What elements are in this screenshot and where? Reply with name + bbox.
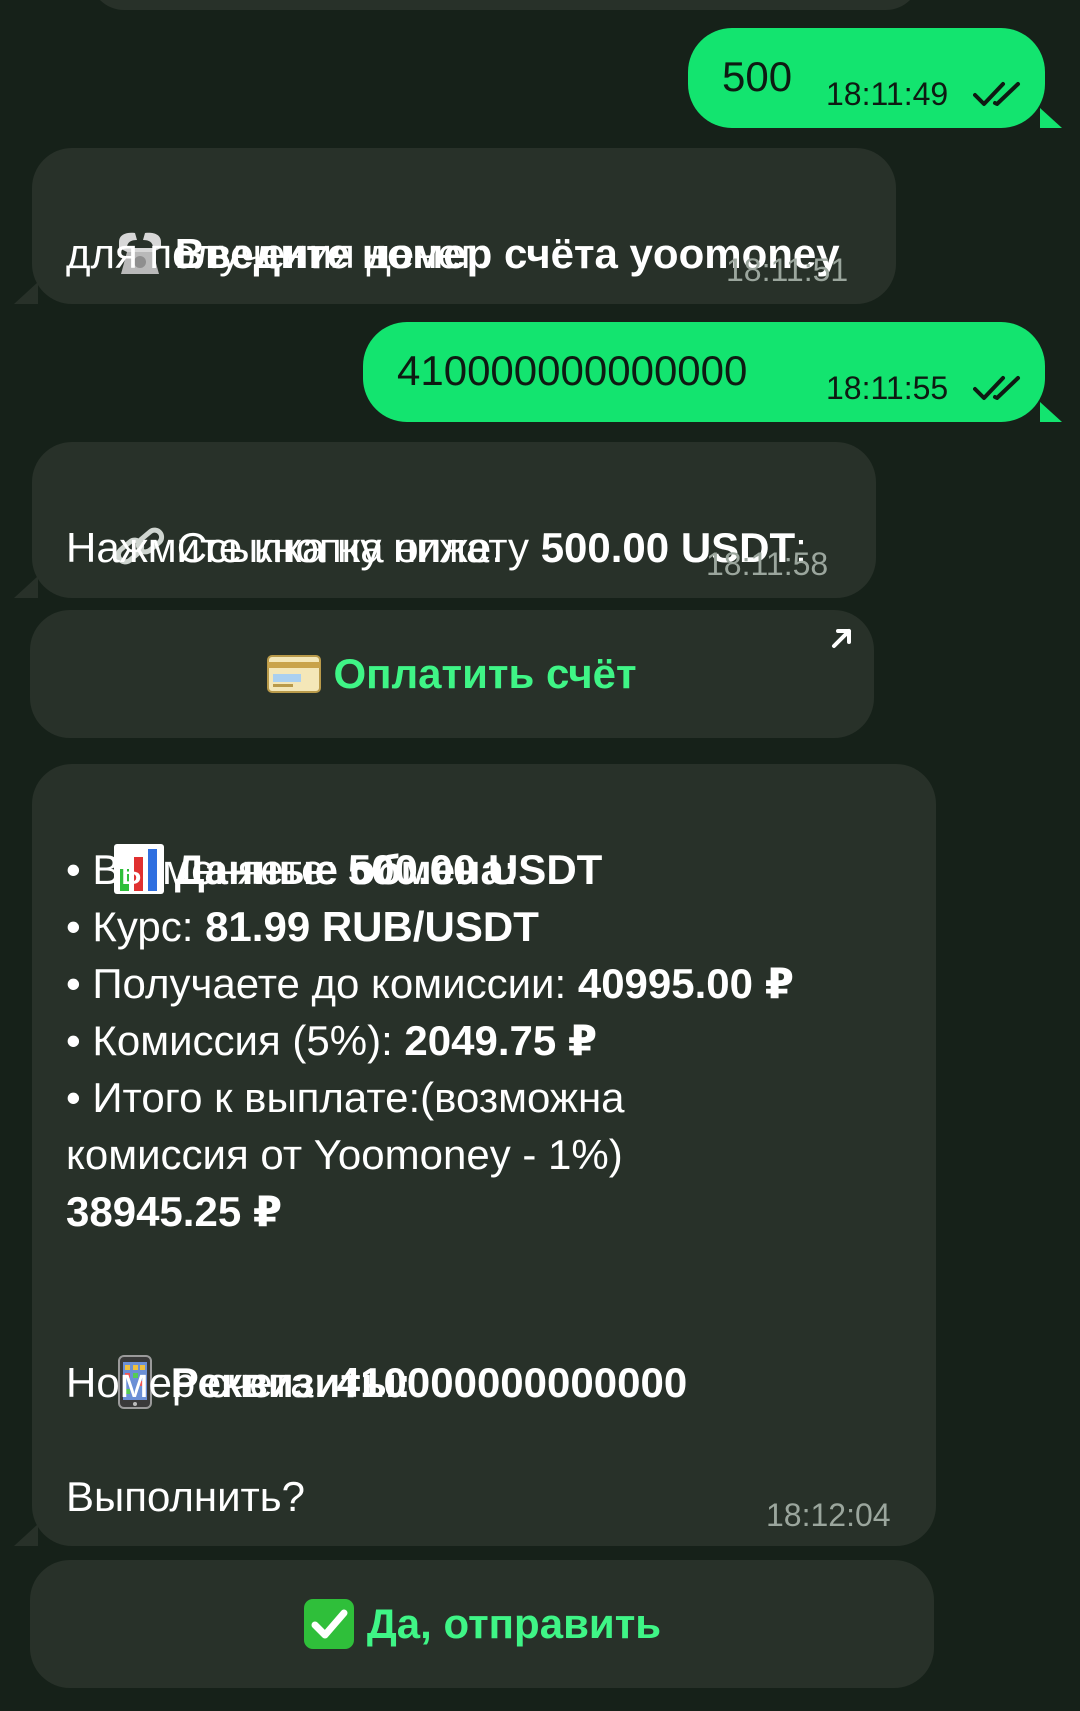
incoming-message[interactable]: Ссылка на оплату 500.00 USDT: Нажмите кн… [14, 442, 876, 598]
row-label: • Комиссия (5%): [66, 1017, 405, 1064]
row-label: • Получаете до комиссии: [66, 960, 578, 1007]
incoming-message[interactable]: Введите номер счёта yoomoney для получен… [14, 148, 896, 304]
message-text: 410000000000000 [397, 347, 748, 394]
total-line-2: комиссия от Yoomoney - 1%) [66, 1131, 623, 1178]
row-value: 500.00 USDT [347, 846, 603, 893]
row-label: • Курс: [66, 903, 206, 950]
row-value: 81.99 RUB/USDT [205, 903, 539, 950]
row-value: 40995.00 ₽ [577, 960, 794, 1007]
message-time: 18:11:49 [826, 76, 949, 112]
message-time: 18:11:51 [726, 252, 849, 288]
double-check-icon [973, 376, 1020, 400]
bubble-tail [14, 282, 38, 304]
check-mark-icon [303, 1599, 354, 1649]
pay-invoice-button[interactable]: Оплатить счёт [30, 610, 874, 738]
message-text: 500 [722, 53, 793, 100]
confirm-question: Выполнить? [66, 1473, 306, 1520]
message-time: 18:11:55 [826, 370, 949, 406]
bubble-tail [1040, 108, 1062, 128]
outgoing-message[interactable]: 500 18:11:49 [688, 28, 1062, 128]
previous-message-bubble-edge [90, 0, 920, 10]
bubble-tail [14, 1524, 38, 1546]
bubble-tail [14, 576, 38, 598]
exchange-row: • Вы меняете: 500.00 USDT [66, 841, 602, 898]
bubble-tail [1040, 402, 1062, 422]
confirm-send-button[interactable]: Да, отправить [30, 1560, 934, 1688]
credit-card-icon [267, 655, 322, 693]
double-check-icon [973, 82, 1020, 106]
requisites-label: Номер счета: [66, 1359, 337, 1406]
row-label: • Вы меняете: [66, 846, 348, 893]
requisites-row: Номер счета: 410000000000000 [66, 1354, 687, 1411]
link-second-line: Нажмите кнопку ниже. [66, 524, 503, 571]
exchange-row: • Комиссия (5%): 2049.75 ₽ [66, 1012, 597, 1069]
exchange-row: • Курс: 81.99 RUB/USDT [66, 898, 539, 955]
prompt-second-line: для получения денег: [66, 230, 488, 277]
total-value: 38945.25 ₽ [66, 1188, 283, 1235]
pay-button-label: Оплатить счёт [333, 650, 637, 697]
total-line-1: • Итого к выплате:(возможна [66, 1074, 625, 1121]
incoming-message[interactable]: Данные обмена: • Вы меняете: 500.00 USDT… [14, 764, 936, 1546]
row-value: 2049.75 ₽ [404, 1017, 598, 1064]
exchange-row: • Получаете до комиссии: 40995.00 ₽ [66, 955, 794, 1012]
confirm-button-label: Да, отправить [366, 1600, 662, 1647]
message-time: 18:11:58 [706, 546, 829, 582]
external-link-arrow-icon [832, 629, 851, 648]
outgoing-message[interactable]: 410000000000000 18:11:55 [363, 322, 1062, 422]
message-time: 18:12:04 [766, 1497, 891, 1533]
requisites-value: 410000000000000 [336, 1359, 688, 1406]
